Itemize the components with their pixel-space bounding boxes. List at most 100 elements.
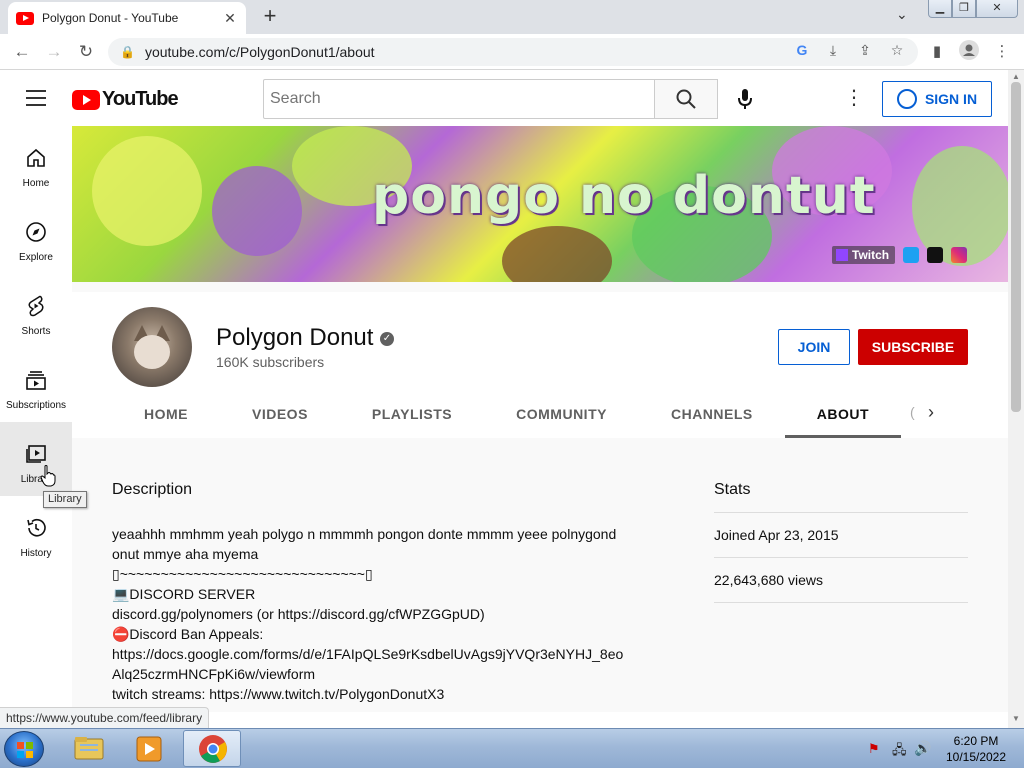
tab-home[interactable]: HOME (112, 390, 220, 438)
minimize-button[interactable]: ▁ (928, 0, 952, 18)
guide-label-shorts: Shorts (21, 326, 51, 337)
guide-label-library: Library (20, 474, 52, 485)
guide-item-home[interactable]: Home (0, 126, 72, 200)
twitch-link-label: Twitch (852, 248, 890, 262)
youtube-favicon-icon (16, 11, 34, 25)
new-tab-button[interactable]: + (258, 4, 282, 28)
scroll-up-icon[interactable]: ▲ (1012, 72, 1020, 81)
history-icon (27, 518, 46, 537)
google-lens-icon[interactable]: G (792, 40, 812, 60)
description-line: ⛔Discord Ban Appeals: (112, 626, 264, 642)
close-window-button[interactable]: ✕ (976, 0, 1018, 18)
forward-button[interactable]: → (42, 40, 66, 64)
channel-avatar[interactable] (112, 307, 192, 387)
twitter-icon[interactable] (903, 247, 920, 263)
search-input[interactable] (263, 79, 655, 119)
tab-title: Polygon Donut - YouTube (42, 11, 179, 25)
page-scrollbar[interactable]: ▲ ▼ (1008, 70, 1024, 728)
sign-in-button[interactable]: SIGN IN (882, 81, 992, 117)
home-icon (27, 148, 45, 167)
library-tooltip: Library (43, 491, 87, 508)
tab-playlists[interactable]: PLAYLISTS (340, 390, 484, 438)
voice-search-button[interactable] (732, 86, 758, 112)
twitch-streams-link[interactable]: twitch streams: https://www.twitch.tv/Po… (112, 684, 624, 704)
channel-page: pongo no dontut Twitch Polygon Donut ✓ 1… (72, 126, 1008, 712)
guide-menu-icon[interactable] (26, 90, 46, 106)
discord-link[interactable]: discord.gg/polynomers (or https://discor… (112, 604, 624, 624)
media-player-icon (136, 736, 162, 762)
search-icon (676, 89, 696, 109)
description-line: 💻DISCORD SERVER (112, 586, 256, 602)
lock-icon[interactable]: 🔒 (120, 45, 135, 59)
close-tab-icon[interactable]: ✕ (222, 10, 238, 27)
taskbar-media-player[interactable] (120, 730, 178, 767)
guide-item-subscriptions[interactable]: Subscriptions (0, 348, 72, 422)
reload-button[interactable]: ↻ (74, 40, 98, 64)
microphone-icon (738, 89, 752, 109)
youtube-logo[interactable]: YouTube (72, 88, 179, 111)
guide-label-home: Home (22, 178, 50, 189)
start-button[interactable] (4, 731, 44, 767)
stats-heading: Stats (714, 481, 968, 513)
hand-cursor-icon (40, 465, 56, 487)
browser-toolbar: ← → ↻ 🔒 youtube.com/c/PolygonDonut1/abou… (0, 34, 1024, 70)
action-center-icon[interactable]: ⚑ (868, 741, 880, 757)
description-line: yeaahhh mmhmm yeah polygo n mmmmh pongon… (112, 526, 621, 562)
status-url: https://www.youtube.com/feed/library (0, 707, 210, 728)
join-button[interactable]: JOIN (778, 329, 850, 365)
network-icon[interactable]: 🖧 (892, 741, 907, 763)
channel-header: Polygon Donut ✓ 160K subscribers JOIN SU… (72, 292, 1008, 438)
volume-icon[interactable]: 🔊 (914, 740, 931, 757)
tab-search-button[interactable]: ⌄ (896, 6, 908, 23)
clock-time: 6:20 PM (953, 734, 999, 748)
subscribe-button[interactable]: SUBSCRIBE (858, 329, 968, 365)
account-icon (896, 89, 917, 109)
tab-videos[interactable]: VIDEOS (220, 390, 340, 438)
tabs-scroll-right-icon[interactable]: › (928, 402, 934, 423)
instagram-icon[interactable] (951, 247, 968, 263)
settings-more-icon[interactable]: ⋮ (844, 88, 864, 108)
tiktok-icon[interactable] (927, 247, 944, 263)
browser-menu-icon[interactable]: ⋮ (990, 40, 1014, 64)
guide-item-shorts[interactable]: Shorts (0, 274, 72, 348)
tab-strip: Polygon Donut - YouTube ✕ + ⌄ ▁ ❐ ✕ (0, 0, 1024, 34)
guide-item-explore[interactable]: Explore (0, 200, 72, 274)
channel-banner: pongo no dontut Twitch (72, 126, 1008, 282)
compass-icon (26, 222, 46, 242)
browser-tab[interactable]: Polygon Donut - YouTube ✕ (8, 2, 246, 34)
back-button[interactable]: ← (10, 40, 34, 64)
scrollbar-thumb[interactable] (1011, 82, 1021, 412)
guide-label-explore: Explore (19, 252, 53, 263)
side-panel-icon[interactable]: ▮ (925, 40, 949, 64)
search-button[interactable] (654, 79, 718, 119)
chrome-icon (199, 735, 227, 763)
tab-channels[interactable]: CHANNELS (639, 390, 785, 438)
twitch-link[interactable]: Twitch (832, 246, 896, 264)
channel-tabs: HOME VIDEOS PLAYLISTS COMMUNITY CHANNELS… (112, 390, 902, 438)
tab-community[interactable]: COMMUNITY (484, 390, 639, 438)
twitch-icon (836, 249, 848, 261)
share-icon[interactable]: ⇪ (855, 40, 875, 60)
tab-about[interactable]: ABOUT (784, 390, 902, 438)
maximize-button[interactable]: ❐ (952, 0, 976, 18)
view-count: 22,643,680 views (714, 558, 968, 603)
bookmark-star-icon[interactable]: ☆ (887, 40, 907, 60)
folder-icon (74, 737, 104, 760)
subscriber-count: 160K subscribers (216, 354, 325, 370)
taskbar-explorer[interactable] (60, 730, 118, 767)
guide-label-subscriptions: Subscriptions (5, 400, 67, 411)
joined-date: Joined Apr 23, 2015 (714, 513, 968, 558)
scroll-down-icon[interactable]: ▼ (1012, 714, 1020, 723)
ban-appeal-link[interactable]: https://docs.google.com/forms/d/e/1FAIpQ… (112, 644, 624, 684)
install-app-icon[interactable]: ⤓ (823, 40, 843, 60)
mini-guide: Home Explore Shorts Subscriptions Librar… (0, 126, 72, 712)
sign-in-label: SIGN IN (924, 91, 978, 107)
profile-icon[interactable] (957, 40, 981, 64)
guide-item-library[interactable]: Library (0, 422, 72, 496)
description-line: ▯~~~~~~~~~~~~~~~~~~~~~~~~~~~~~~▯ (112, 566, 373, 582)
stats-panel: Stats Joined Apr 23, 2015 22,643,680 vie… (714, 481, 968, 603)
verified-badge-icon: ✓ (380, 332, 394, 346)
taskbar-chrome[interactable] (183, 730, 241, 767)
taskbar-clock[interactable]: 6:20 PM 10/15/2022 (936, 733, 1016, 765)
shorts-icon (28, 295, 44, 317)
